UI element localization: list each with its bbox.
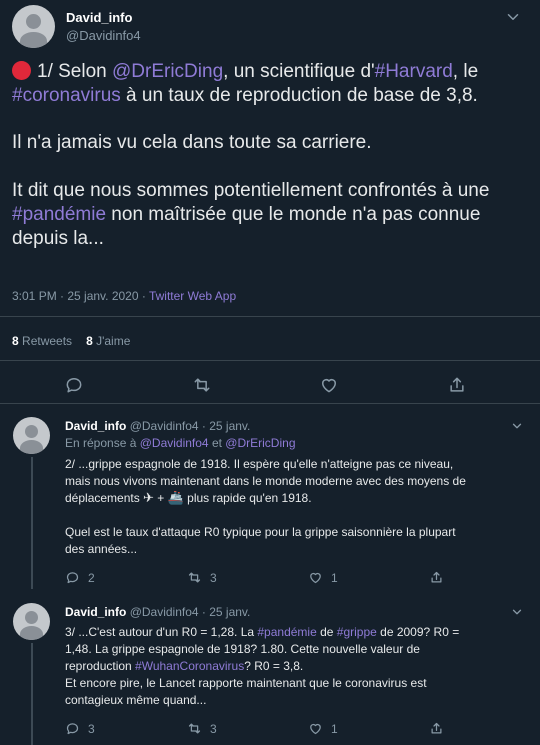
timestamp[interactable]: 3:01 PM · 25 janv. 2020 ·: [12, 289, 149, 303]
like-icon: [310, 723, 321, 735]
likes-label[interactable]: J'aime: [96, 334, 130, 348]
reply-prefix: En réponse à: [65, 436, 140, 450]
reply-icon[interactable]: [64, 375, 84, 395]
text-segment: 3/ ...C'est autour d'un R0 = 1,28. La: [65, 625, 258, 639]
text-line: des années...: [65, 542, 138, 556]
text-segment: à un taux de reproduction de base de 3,8…: [120, 84, 478, 106]
text-line: 2/ ...grippe espagnole de 1918. Il espèr…: [65, 457, 454, 471]
reply-author-name[interactable]: David_info: [65, 605, 126, 619]
main-tweet-text: 1/ Selon @DrEricDing, un scientifique d'…: [12, 60, 528, 250]
red-circle-icon: [12, 61, 31, 80]
paragraph: Il n'a jamais vu cela dans toute sa carr…: [12, 132, 372, 154]
retweets-count[interactable]: 8: [12, 334, 19, 348]
share-icon[interactable]: [447, 375, 467, 395]
reply-header: David_info @Davidinfo4 · 25 janv.: [65, 605, 250, 619]
reply-avatar[interactable]: [13, 603, 50, 640]
text-segment: , un scientifique d': [223, 61, 375, 82]
text-segment: 1/ Selon: [37, 61, 112, 82]
share-action[interactable]: [429, 570, 444, 585]
thread-line: [31, 643, 33, 745]
retweet-count: 3: [210, 721, 217, 736]
text-segment: +: [153, 491, 168, 505]
retweet-icon: [188, 723, 201, 734]
ship-emoji: 🚢: [167, 490, 184, 505]
retweet-action[interactable]: 3: [187, 721, 217, 736]
mention-link[interactable]: @DrEricDing: [225, 436, 295, 450]
engagement-stats: 8 Retweets 8 J'aime: [12, 334, 130, 348]
hashtag-link[interactable]: #WuhanCoronavirus: [135, 659, 244, 673]
thread-line: [31, 457, 33, 589]
text-segment: plus rapide qu'en 1918.: [183, 491, 312, 505]
reply-icon: [66, 723, 79, 735]
divider: [0, 360, 540, 361]
likes-count[interactable]: 8: [86, 334, 93, 348]
like-count: 1: [331, 570, 338, 585]
mention-link[interactable]: @DrEricDing: [112, 61, 223, 82]
like-count: 1: [331, 721, 338, 736]
retweet-action[interactable]: 3: [187, 570, 217, 585]
in-reply-to: En réponse à @Davidinfo4 et @DrEricDing: [65, 436, 296, 450]
divider: [0, 403, 540, 404]
hashtag-link[interactable]: #Harvard: [375, 61, 453, 82]
chevron-down-icon[interactable]: [504, 8, 522, 26]
reply-handle-time[interactable]: @Davidinfo4 · 25 janv.: [130, 419, 251, 433]
hashtag-link[interactable]: #pandémie: [12, 204, 106, 225]
mention-link[interactable]: @Davidinfo4: [140, 436, 209, 450]
like-icon: [310, 572, 321, 584]
reply-author-name[interactable]: David_info: [65, 419, 126, 433]
reply-header: David_info @Davidinfo4 · 25 janv.: [65, 419, 250, 433]
reply-icon: [66, 572, 79, 584]
source-link[interactable]: Twitter Web App: [149, 289, 236, 303]
reply-count: 2: [88, 570, 95, 585]
main-avatar[interactable]: [12, 5, 55, 48]
hashtag-link[interactable]: #grippe: [337, 625, 377, 639]
chevron-down-icon[interactable]: [510, 419, 524, 433]
retweet-icon: [188, 572, 201, 583]
tweet-meta: 3:01 PM · 25 janv. 2020 · Twitter Web Ap…: [12, 289, 236, 303]
share-icon: [431, 571, 442, 583]
text-line: 1,48. La grippe espagnole de 1918? 1.80.…: [65, 642, 420, 656]
hashtag-link[interactable]: #pandémie: [257, 625, 316, 639]
share-action[interactable]: [429, 721, 444, 736]
text-segment: , le: [452, 61, 479, 82]
text-line: contagieux même quand...: [65, 693, 207, 707]
text-segment: déplacements: [65, 491, 144, 505]
text-segment: It dit que nous sommes potentiellement c…: [12, 179, 490, 201]
reply-text: 3/ ...C'est autour d'un R0 = 1,28. La #p…: [65, 624, 525, 709]
like-icon[interactable]: [319, 375, 339, 395]
retweets-label[interactable]: Retweets: [22, 334, 72, 348]
chevron-down-icon[interactable]: [510, 605, 524, 619]
reply-action[interactable]: 2: [65, 570, 95, 585]
main-author-name[interactable]: David_info: [66, 10, 132, 25]
reply-count: 3: [88, 721, 95, 736]
retweet-count: 3: [210, 570, 217, 585]
text-line: Quel est le taux d'attaque R0 typique po…: [65, 525, 456, 539]
like-action[interactable]: 1: [308, 721, 338, 736]
reply-and: et: [208, 436, 226, 450]
text-segment: de: [316, 625, 337, 639]
airplane-emoji: ✈: [143, 490, 154, 505]
text-line: mais nous vivons maintenant dans le mond…: [65, 474, 466, 488]
text-segment: ? R0 = 3,8.: [244, 659, 304, 673]
reply-action[interactable]: 3: [65, 721, 95, 736]
share-icon: [431, 722, 442, 734]
hashtag-link[interactable]: #coronavirus: [12, 85, 121, 106]
reply-avatar[interactable]: [13, 417, 50, 454]
text-segment: reproduction: [65, 659, 136, 673]
main-author-handle[interactable]: @Davidinfo4: [66, 28, 141, 43]
like-action[interactable]: 1: [308, 570, 338, 585]
reply-text: 2/ ...grippe espagnole de 1918. Il espèr…: [65, 456, 525, 558]
text-segment: de 2009? R0 =: [376, 625, 460, 639]
retweet-icon[interactable]: [192, 375, 212, 395]
reply-handle-time[interactable]: @Davidinfo4 · 25 janv.: [130, 605, 251, 619]
divider: [0, 316, 540, 317]
text-line: Et encore pire, le Lancet rapporte maint…: [65, 676, 427, 690]
